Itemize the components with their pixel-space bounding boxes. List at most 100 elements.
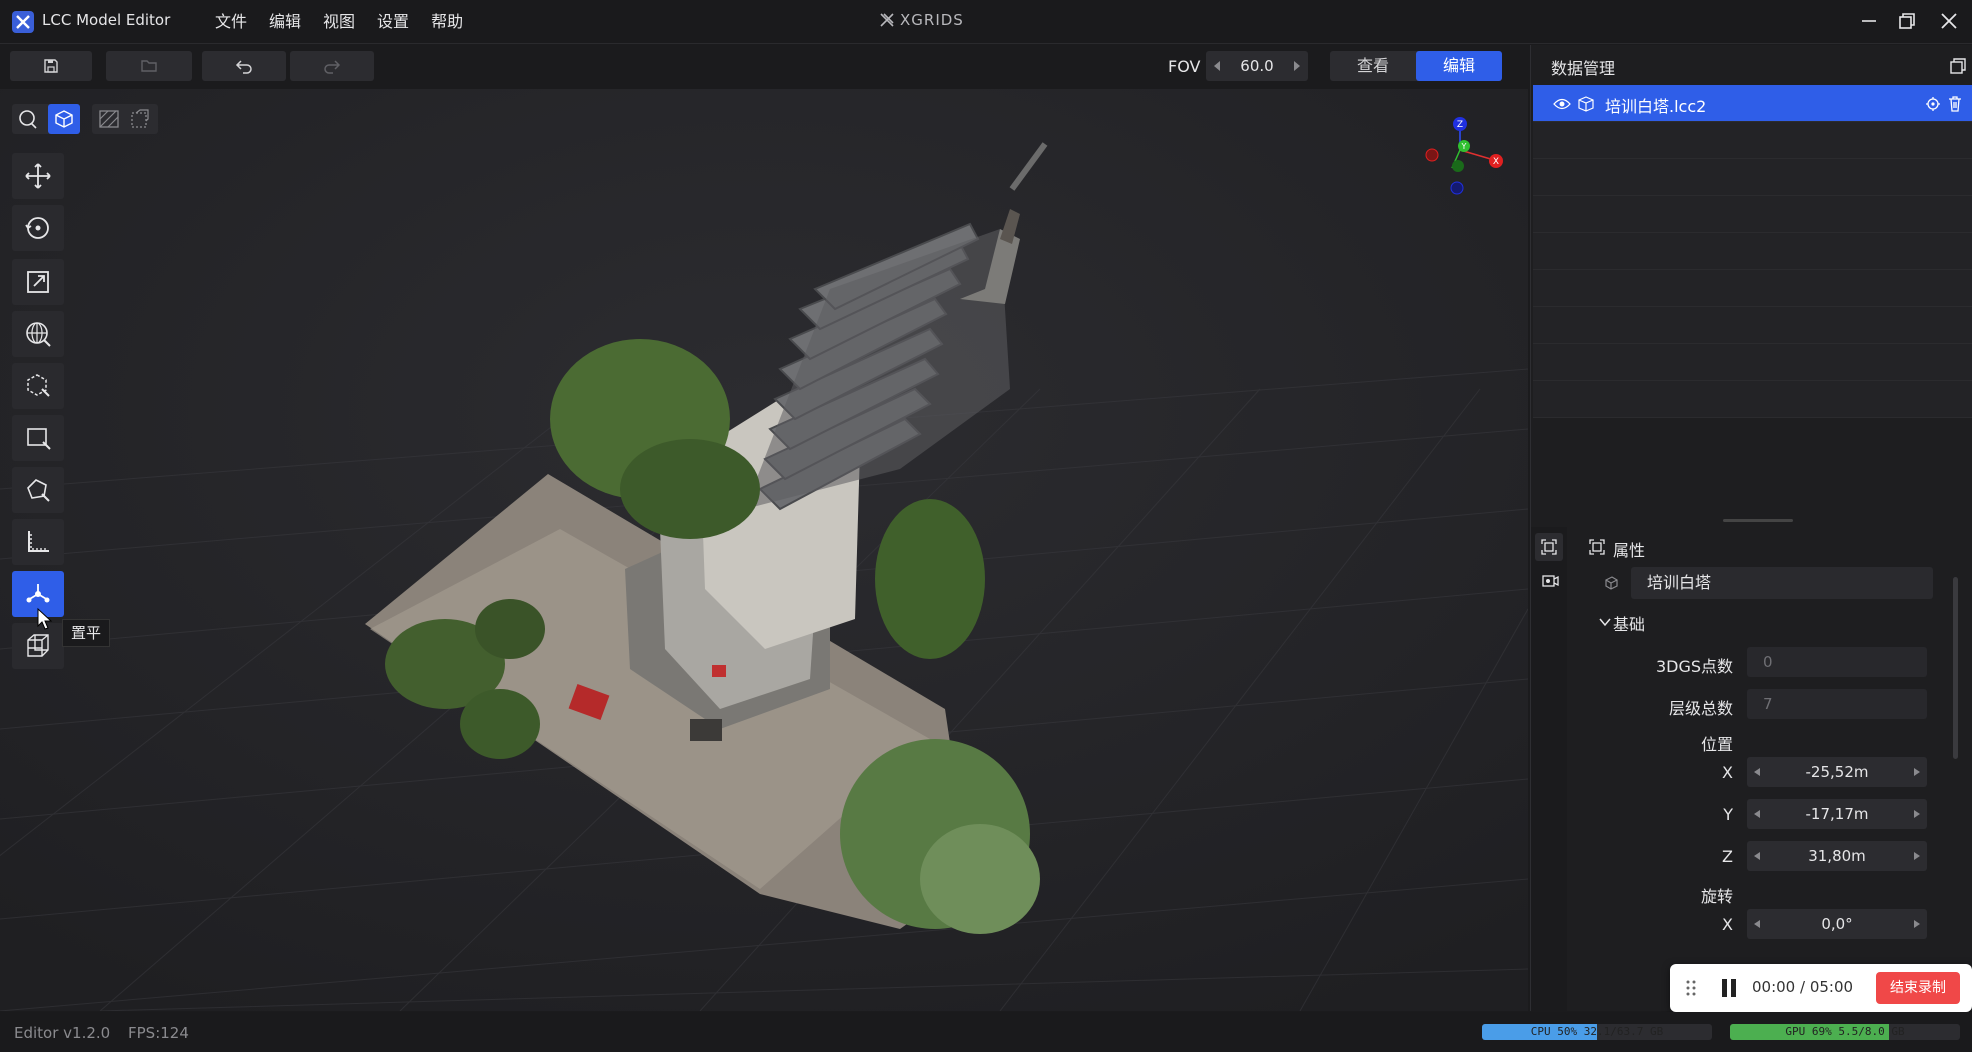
- increment-icon[interactable]: [1913, 767, 1921, 777]
- decrement-icon[interactable]: [1753, 919, 1761, 929]
- locate-icon[interactable]: [1925, 96, 1941, 112]
- increment-icon[interactable]: [1913, 919, 1921, 929]
- rotation-x-label: X: [1722, 915, 1733, 934]
- 3d-viewport[interactable]: Z Y X 置平: [0, 89, 1528, 1011]
- box-select-tool[interactable]: [12, 363, 64, 409]
- scene-render[interactable]: Z Y X: [0, 89, 1528, 1011]
- empty-row: [1533, 344, 1972, 381]
- cpu-meter: CPU 50% 32.1/63.7 GB: [1482, 1024, 1712, 1040]
- rect-select-icon: [27, 428, 51, 450]
- cpu-meter-text: CPU 50% 32.1/63.7 GB: [1530, 1025, 1664, 1038]
- tab-edit[interactable]: 编辑: [1416, 51, 1502, 81]
- tab-view[interactable]: 查看: [1330, 51, 1416, 81]
- fov-stepper[interactable]: 60.0: [1206, 51, 1308, 81]
- rotation-x-stepper[interactable]: 0,0°: [1747, 909, 1927, 939]
- undo-button[interactable]: [202, 51, 286, 81]
- cube-select-icon: [55, 110, 73, 128]
- increment-icon[interactable]: [1292, 60, 1302, 72]
- lasso-select-icon[interactable]: [16, 108, 42, 130]
- increment-icon[interactable]: [1913, 809, 1921, 819]
- empty-row: [1533, 233, 1972, 270]
- position-y-stepper[interactable]: -17,17m: [1747, 799, 1927, 829]
- menu-edit[interactable]: 编辑: [258, 10, 312, 34]
- restore-icon[interactable]: [1894, 8, 1920, 34]
- fov-value[interactable]: 60.0: [1228, 57, 1286, 75]
- gpu-meter-text: GPU 69% 5.5/8.0 GB: [1785, 1025, 1905, 1038]
- recording-time: 00:00 / 05:00: [1752, 978, 1854, 996]
- data-manager-title: 数据管理: [1551, 59, 1616, 78]
- rotate-tool[interactable]: [12, 205, 64, 251]
- ruler-icon: [28, 531, 49, 552]
- hatch-icon[interactable]: [98, 109, 120, 129]
- tool-tooltip: 置平: [62, 619, 111, 647]
- fps-readout: FPS:124: [128, 1024, 189, 1042]
- object-name-field[interactable]: 培训白塔: [1631, 567, 1933, 599]
- scale-tool[interactable]: [12, 259, 64, 305]
- data-list: 培训白塔.lcc2: [1533, 85, 1972, 418]
- box-hatch-icon[interactable]: [128, 109, 150, 129]
- position-x-value[interactable]: -25,52m: [1769, 763, 1905, 781]
- decrement-icon[interactable]: [1212, 60, 1222, 72]
- mode-switch: 查看 编辑: [1330, 51, 1502, 81]
- brand-logo: XGRIDS: [880, 11, 964, 29]
- expand-panel-icon[interactable]: [1949, 57, 1967, 75]
- properties-panel: 属性 培训白塔 基础 3DGS点数 0 层级总数 7 位置 X -25,52m …: [1531, 527, 1972, 1011]
- open-folder-button[interactable]: [106, 51, 192, 81]
- polygon-select-tool[interactable]: [12, 467, 64, 513]
- chevron-down-icon[interactable]: [1599, 617, 1611, 627]
- main-toolbar: FOV 60.0 查看 编辑: [0, 45, 1528, 89]
- cube-cursor-icon: [27, 374, 50, 397]
- eye-icon[interactable]: [1553, 97, 1571, 111]
- increment-icon[interactable]: [1913, 851, 1921, 861]
- rect-select-tool[interactable]: [12, 415, 64, 461]
- polygon-select-icon: [27, 479, 50, 502]
- panel-splitter[interactable]: [1723, 519, 1793, 522]
- pause-icon[interactable]: [1720, 978, 1738, 998]
- tab-properties[interactable]: [1535, 533, 1563, 561]
- close-icon[interactable]: [1936, 8, 1962, 34]
- brand-text: XGRIDS: [900, 11, 964, 29]
- select-mode-toggle: [12, 104, 80, 134]
- gizmo-z-label: Z: [1457, 120, 1463, 130]
- redo-icon: [324, 60, 341, 74]
- rotation-x-value[interactable]: 0,0°: [1769, 915, 1905, 933]
- empty-row: [1533, 196, 1972, 233]
- properties-scrollbar[interactable]: [1953, 577, 1958, 759]
- level-icon: [26, 584, 50, 603]
- drag-handle-icon[interactable]: [1686, 980, 1696, 996]
- menu-settings[interactable]: 设置: [366, 10, 420, 34]
- decrement-icon[interactable]: [1753, 767, 1761, 777]
- stop-recording-button[interactable]: 结束录制: [1876, 972, 1960, 1004]
- delete-icon[interactable]: [1947, 95, 1963, 113]
- properties-frame-icon: [1589, 539, 1605, 555]
- decrement-icon[interactable]: [1753, 809, 1761, 819]
- measure-tool[interactable]: [12, 519, 64, 565]
- list-item[interactable]: 培训白塔.lcc2: [1533, 85, 1972, 122]
- globe-select-tool[interactable]: [12, 311, 64, 357]
- gpu-meter: GPU 69% 5.5/8.0 GB: [1730, 1024, 1960, 1040]
- menu-view[interactable]: 视图: [312, 10, 366, 34]
- save-button[interactable]: [10, 51, 92, 81]
- position-x-stepper[interactable]: -25,52m: [1747, 757, 1927, 787]
- frame-icon: [1541, 539, 1557, 555]
- empty-row: [1533, 307, 1972, 344]
- position-y-value[interactable]: -17,17m: [1769, 805, 1905, 823]
- minimize-icon[interactable]: [1856, 8, 1882, 34]
- points-field: 0: [1747, 647, 1927, 677]
- decrement-icon[interactable]: [1753, 851, 1761, 861]
- scale-icon: [27, 271, 49, 293]
- object-select-button[interactable]: [48, 104, 80, 134]
- menu-help[interactable]: 帮助: [420, 10, 474, 34]
- properties-title: 属性: [1613, 541, 1646, 560]
- empty-row: [1533, 159, 1972, 196]
- menu-file[interactable]: 文件: [204, 10, 258, 34]
- camera-record-icon[interactable]: [1541, 571, 1559, 589]
- position-z-value[interactable]: 31,80m: [1769, 847, 1905, 865]
- position-z-stepper[interactable]: 31,80m: [1747, 841, 1927, 871]
- redo-button[interactable]: [290, 51, 374, 81]
- move-tool[interactable]: [12, 153, 64, 199]
- levels-field: 7: [1747, 689, 1927, 719]
- position-z-label: Z: [1722, 847, 1733, 866]
- levels-label: 层级总数: [1668, 699, 1733, 718]
- section-basic[interactable]: 基础: [1613, 611, 1645, 635]
